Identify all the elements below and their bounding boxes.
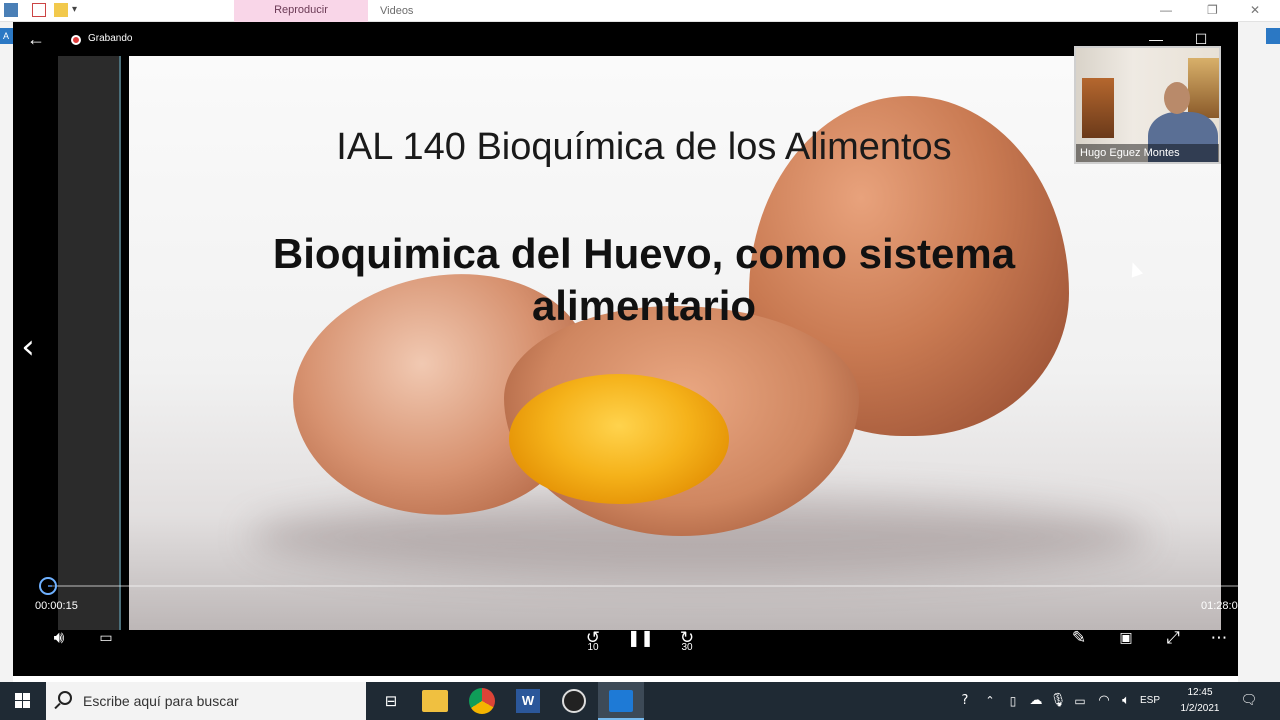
onedrive-icon[interactable]: ☁ — [1025, 682, 1047, 720]
clock[interactable]: 12:45 1/2/2021 — [1172, 685, 1228, 717]
properties-icon[interactable] — [32, 3, 46, 17]
left-video-strip — [58, 56, 121, 630]
task-view-icon[interactable]: ⊟ — [378, 682, 404, 720]
taskbar-search-box[interactable]: Escribe aquí para buscar — [46, 682, 366, 720]
wifi-icon[interactable]: ◠ — [1093, 682, 1115, 720]
seek-thumb[interactable] — [39, 577, 57, 595]
speaker-icon[interactable]: 🔈︎ — [1115, 682, 1137, 720]
chrome-icon[interactable] — [469, 688, 495, 714]
clock-date: 1/2/2021 — [1180, 703, 1220, 714]
obs-icon[interactable] — [562, 689, 586, 713]
more-options-icon[interactable]: ⋯ — [1206, 626, 1232, 650]
taskbar: Escribe aquí para buscar ⊟ W ? ⌃ ▯ ☁ 🎙︎ … — [0, 682, 1280, 720]
strip-line — [119, 56, 121, 630]
notifications-icon[interactable]: 🗨︎ — [1238, 682, 1260, 720]
seek-bar[interactable] — [48, 585, 1238, 587]
windows-logo-icon — [15, 693, 22, 700]
recording-label: Grabando — [88, 33, 133, 44]
volume-icon[interactable]: 🔊︎ — [46, 626, 72, 650]
close-icon[interactable]: ✕ — [1250, 3, 1260, 17]
webcam-overlay: Hugo Eguez Montes — [1074, 46, 1221, 164]
back-arrow-icon[interactable]: ← — [25, 28, 47, 50]
tab-reproducir[interactable]: Reproducir — [234, 0, 368, 22]
previous-arrow-icon[interactable]: ‹ — [13, 330, 43, 364]
search-icon — [58, 691, 72, 705]
media-player-window: ← Grabando — ☐ ✕ IAL 140 Bioquímica de l… — [13, 22, 1238, 676]
save-icon[interactable] — [4, 3, 18, 17]
word-icon[interactable]: W — [516, 689, 540, 713]
taskbar-active-app[interactable] — [598, 682, 644, 720]
skip-forward-button[interactable]: ↻ 30 — [673, 626, 701, 653]
egg-yolk-image — [509, 374, 729, 504]
webcam-person-head — [1164, 82, 1190, 114]
start-button[interactable] — [0, 682, 46, 720]
new-folder-icon[interactable] — [54, 3, 68, 17]
language-indicator[interactable]: ESP — [1140, 682, 1160, 720]
help-icon[interactable]: ? — [953, 682, 977, 720]
dropdown-icon[interactable]: ▾ — [72, 3, 86, 17]
slide-title: IAL 140 Bioquímica de los Alimentos — [336, 126, 952, 168]
clock-time: 12:45 — [1187, 687, 1213, 698]
webcam-wall-art — [1082, 78, 1114, 138]
tab-videos[interactable]: Videos — [380, 0, 413, 22]
fullscreen-icon[interactable]: ⤢ — [1160, 626, 1186, 650]
battery-icon[interactable]: ▭ — [1070, 682, 1090, 720]
windows-logo-part — [23, 701, 30, 708]
slide-subtitle: Bioquimica del Huevo, como sistema alime… — [272, 230, 1016, 329]
player-titlebar: ← Grabando — ☐ ✕ — [13, 22, 1238, 56]
skip-back-button[interactable]: ↺ 10 — [579, 626, 607, 653]
explorer-file-tab[interactable]: A — [0, 28, 13, 44]
screen: ▾ Reproducir Videos — ❐ ✕ A ← Grabando —… — [0, 0, 1280, 720]
windows-logo-part — [15, 701, 22, 708]
captions-icon[interactable]: ▭ — [93, 626, 119, 650]
device-icon[interactable]: ▯ — [1003, 682, 1023, 720]
recording-icon — [71, 35, 81, 45]
current-time: 00:00:15 — [35, 600, 78, 612]
player-close-button[interactable]: ✕ — [1231, 27, 1238, 51]
skip-back-label: 10 — [587, 642, 599, 653]
total-time: 01:28:06 — [1201, 600, 1238, 612]
file-explorer-icon[interactable] — [422, 690, 448, 712]
search-placeholder: Escribe aquí para buscar — [83, 693, 239, 709]
video-frame-slide: IAL 140 Bioquímica de los Alimentos Bioq… — [129, 56, 1221, 630]
next-arrow-icon[interactable]: › — [1236, 332, 1238, 362]
mini-view-icon[interactable]: ▣ — [1113, 626, 1139, 650]
minimize-icon[interactable]: — — [1160, 3, 1172, 17]
webcam-shelf — [1188, 58, 1219, 118]
pause-button[interactable]: ❚❚ — [627, 626, 654, 650]
webcam-participant-name: Hugo Eguez Montes — [1076, 144, 1219, 162]
windows-logo-part — [23, 693, 30, 700]
edit-pen-icon[interactable]: ✎ — [1066, 626, 1092, 650]
restore-icon[interactable]: ❐ — [1207, 3, 1218, 17]
explorer-help-button[interactable] — [1266, 28, 1280, 44]
movies-tv-icon — [609, 690, 633, 712]
show-hidden-icons-chevron-icon[interactable]: ⌃ — [980, 682, 1000, 720]
explorer-left-pane: A — [0, 22, 13, 682]
microphone-icon[interactable]: 🎙︎ — [1048, 682, 1068, 720]
explorer-ribbon: ▾ Reproducir Videos — ❐ ✕ — [0, 0, 1280, 22]
skip-forward-label: 30 — [681, 642, 693, 653]
explorer-right-pane — [1238, 22, 1280, 682]
